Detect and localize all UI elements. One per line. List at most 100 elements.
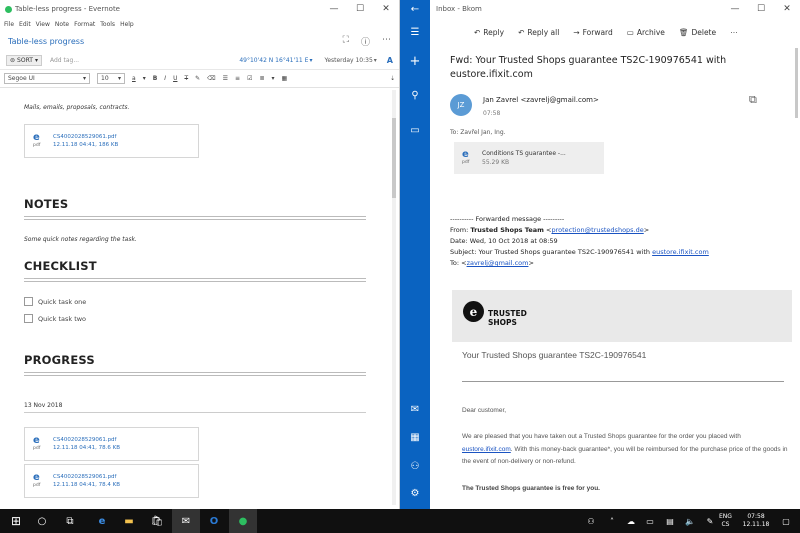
logo-line1: TRUSTED xyxy=(488,309,527,318)
evernote-app-icon[interactable]: ● xyxy=(229,509,257,533)
menu-note[interactable]: Note xyxy=(55,21,69,28)
menu-format[interactable]: Format xyxy=(74,21,95,28)
more-options-icon[interactable]: ⋯ xyxy=(382,35,391,48)
clock[interactable]: 07:58 12.11.18 xyxy=(742,513,770,529)
font-size-select[interactable]: 10 ▾ xyxy=(97,73,125,84)
bullet-list-icon[interactable]: ☰ xyxy=(223,75,228,82)
reply-all-button[interactable]: ↶ Reply all xyxy=(518,28,559,37)
edge-browser-icon[interactable]: e xyxy=(88,509,116,533)
progress-date: 13 Nov 2018 xyxy=(24,402,63,409)
evernote-menubar: File Edit View Note Format Tools Help xyxy=(0,18,399,30)
scrollbar-thumb[interactable] xyxy=(392,118,396,198)
chevron-down-icon: ▾ xyxy=(117,75,121,82)
forward-subject-link[interactable]: eustore.ifixit.com xyxy=(652,248,709,256)
maximize-button[interactable]: ☐ xyxy=(347,4,373,14)
attachment-name: Conditions TS guarantee -... xyxy=(482,150,566,157)
maximize-button[interactable]: ☐ xyxy=(748,4,774,14)
menu-tools[interactable]: Tools xyxy=(100,21,115,28)
font-size-value: 10 xyxy=(101,75,109,82)
attachment-card[interactable]: e pdf CS4002028529061.pdf 12.11.18 04:41,… xyxy=(24,427,199,461)
reply-button[interactable]: ↶ Reply xyxy=(474,28,504,37)
forward-subject: Subject: Your Trusted Shops guarantee TS… xyxy=(450,247,790,258)
settings-icon[interactable]: ⚙ xyxy=(400,488,430,499)
popout-icon[interactable]: ⧉ xyxy=(749,93,757,107)
menu-edit[interactable]: Edit xyxy=(19,21,31,28)
font-family-select[interactable]: Segoe UI ▾ xyxy=(4,73,90,84)
numbered-list-icon[interactable]: ≡ xyxy=(235,75,240,82)
notes-heading: NOTES xyxy=(24,197,69,211)
menu-view[interactable]: View xyxy=(36,21,50,28)
trusted-shops-logo: TRUSTED SHOPS xyxy=(488,309,527,327)
attachment-card[interactable]: e pdf CS4002028529061.pdf 12.11.18 04:41,… xyxy=(24,464,199,498)
checkbox[interactable] xyxy=(24,314,33,323)
bold-icon[interactable]: B xyxy=(153,75,158,82)
task-view-icon[interactable]: ⧉ xyxy=(56,509,84,533)
font-style-icon[interactable]: A xyxy=(387,56,393,65)
modified-date[interactable]: Yesterday 10:35 xyxy=(324,57,372,64)
note-title[interactable]: Table-less progress xyxy=(8,37,84,46)
checkbox-icon[interactable]: ☑ xyxy=(247,75,252,82)
accounts-icon[interactable]: ⚲ xyxy=(400,90,430,101)
attachment-meta: 12.11.18 04:41, 78.6 KB xyxy=(53,445,120,451)
chevron-down-icon[interactable]: ▾ xyxy=(143,75,146,82)
language-indicator[interactable]: ENG CS xyxy=(719,513,732,529)
forward-header: ---------- Forwarded message --------- xyxy=(450,215,565,223)
forward-button[interactable]: → Forward xyxy=(573,28,612,37)
ts-title: Your Trusted Shops guarantee TS2C-190976… xyxy=(462,350,647,360)
menu-help[interactable]: Help xyxy=(120,21,134,28)
close-button[interactable]: ✕ xyxy=(373,4,399,14)
recipients[interactable]: To: Zavřel Jan, Ing. xyxy=(450,129,506,136)
reply-icon: ↶ xyxy=(474,27,481,37)
outlook-icon[interactable]: O xyxy=(200,509,228,533)
folders-icon[interactable]: ▭ xyxy=(400,125,430,136)
calendar-icon[interactable]: ▦ xyxy=(400,432,430,443)
ts-para-link[interactable]: eustore.ifixit.com xyxy=(462,446,511,453)
underline-icon[interactable]: U xyxy=(173,75,177,82)
checklist-item[interactable]: Quick task two xyxy=(24,314,86,323)
forward-to-email[interactable]: zavrelj@gmail.com xyxy=(467,259,529,267)
ts-para-part2: . With this money-back guarantee*, you w… xyxy=(462,445,788,466)
attachment-card[interactable]: e pdf CS4002028529061.pdf 12.11.18 04:41,… xyxy=(24,124,199,158)
info-icon[interactable]: ⓘ xyxy=(361,35,370,48)
close-button[interactable]: ✕ xyxy=(774,4,800,14)
mail-icon[interactable]: ✉ xyxy=(400,404,430,415)
align-icon[interactable]: ≣ xyxy=(259,75,264,82)
text-color-icon[interactable]: a xyxy=(132,75,136,82)
delete-button[interactable]: 🗑 Delete xyxy=(679,28,716,37)
table-icon[interactable]: ▦ xyxy=(282,75,288,82)
more-format-icon[interactable]: ⇣ xyxy=(390,75,395,82)
people-icon[interactable]: ⚇ xyxy=(400,461,430,472)
chevron-down-icon[interactable]: ▾ xyxy=(272,75,275,82)
search-icon[interactable]: ○ xyxy=(28,509,56,533)
more-actions-icon[interactable]: ⋯ xyxy=(730,28,738,37)
archive-button[interactable]: ▭ Archive xyxy=(627,28,665,37)
mail-titlebar: Inbox - Bkom — ☐ ✕ xyxy=(430,0,800,18)
scrollbar[interactable] xyxy=(795,48,798,118)
mail-app-icon[interactable]: ✉ xyxy=(172,509,200,533)
minimize-button[interactable]: — xyxy=(722,4,748,14)
strikethrough-icon[interactable]: T xyxy=(184,75,188,82)
menu-file[interactable]: File xyxy=(4,21,14,28)
back-icon[interactable]: ← xyxy=(400,4,430,15)
start-windows-icon[interactable]: ⊞ xyxy=(2,509,30,533)
hamburger-menu-icon[interactable]: ☰ xyxy=(400,27,430,38)
highlight-icon[interactable]: ✎ xyxy=(195,75,200,82)
sort-button[interactable]: ⊜ SORT ▾ xyxy=(6,55,42,66)
minimize-button[interactable]: — xyxy=(321,4,347,14)
mail-attachment[interactable]: e pdf Conditions TS guarantee -... 55.29 … xyxy=(454,142,604,174)
trash-icon: 🗑 xyxy=(678,27,689,37)
intro-text: Mails, emails, proposals, contracts. xyxy=(24,104,130,111)
presentation-icon[interactable]: ⛶ xyxy=(343,35,349,48)
store-icon[interactable]: 🛍 xyxy=(143,509,171,533)
eraser-icon[interactable]: ⌫ xyxy=(207,75,215,82)
checkbox[interactable] xyxy=(24,297,33,306)
new-mail-icon[interactable]: + xyxy=(400,54,430,69)
file-explorer-icon[interactable]: ▬ xyxy=(115,509,143,533)
notifications-icon[interactable]: ▢ xyxy=(772,509,800,533)
location-coordinates[interactable]: 49°10'42 N 16°41'11 E xyxy=(239,57,308,64)
checklist-item[interactable]: Quick task one xyxy=(24,297,86,306)
add-tag-input[interactable]: Add tag... xyxy=(50,57,79,64)
forward-from-email[interactable]: protection@trustedshops.de xyxy=(551,226,643,234)
italic-icon[interactable]: I xyxy=(164,75,166,82)
sender[interactable]: Jan Zavrel <zavrelj@gmail.com> xyxy=(483,96,599,104)
